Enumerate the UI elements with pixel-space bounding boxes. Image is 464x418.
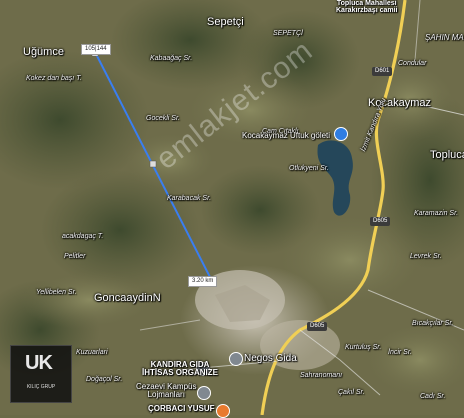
poi-cezaevi-line2: Lojmanları (147, 390, 185, 399)
street-kabaagac: Kabaağaç Sr. (150, 55, 193, 62)
place-sepetci: Sepetçi (207, 16, 244, 28)
street-otlukyeni: Otlukyeni Sr. (289, 165, 329, 172)
street-kurtulus: Kurtuluş Sr. (345, 344, 382, 351)
street-karamazin: Karamazin Sr. (414, 210, 459, 217)
street-kokez: Kokez dan başı T. (26, 75, 82, 82)
road-badge-d601: D601 (372, 67, 393, 76)
lake-pin-icon[interactable] (334, 127, 348, 141)
poi-camii-line2: Karakırzbaşı camii (336, 7, 398, 14)
road-badge-d605a: D605 (370, 217, 391, 226)
poi-corbaci[interactable]: ÇORBACI YUSUF (148, 405, 215, 413)
poi-camii-line1: Topluca Mahallesi (336, 0, 397, 7)
street-incir: İncir Sr. (388, 349, 412, 356)
street-bicakcilar: Bıcakçılar Sr. (412, 320, 454, 327)
poi-kandira[interactable]: KANDIRA GIDA İHTİSAS ORGANIZE (142, 361, 218, 377)
logo-mark: UK (25, 352, 53, 374)
place-ugumce: Uğümce (23, 46, 64, 58)
street-acakdagac: acakdagaç T. (62, 233, 104, 240)
company-logo: UK KILIÇ GRUP (10, 345, 72, 403)
poi-cezaevi[interactable]: Cezaevi Kampüs Lojmanları (136, 383, 196, 399)
street-kuzuarlari: Kuzuarlari (76, 349, 108, 356)
poi-kandira-line2: İHTİSAS ORGANIZE (142, 368, 219, 377)
street-levrek: Levrek Sr. (410, 253, 442, 260)
road-badge-d605b: D605 (307, 322, 328, 331)
cezaevi-pin-icon[interactable] (197, 386, 211, 400)
street-condular: Condular (398, 60, 427, 67)
poi-goleti[interactable]: Kocakaymaz Uftuk göleti (242, 132, 330, 140)
poi-negos[interactable]: Negos Gida (244, 354, 297, 364)
street-yellibelen: Yellibelen Sr. (36, 289, 77, 296)
street-cadi: Cadı Sr. (420, 393, 446, 400)
street-gocekli: Gocekli Sr. (146, 115, 180, 122)
negos-pin-icon[interactable] (229, 352, 243, 366)
place-sahin: ŞAHIN MA (425, 33, 464, 42)
poi-camii[interactable]: Topluca Mahallesi Karakırzbaşı camii (336, 0, 397, 14)
measure-start-label: 105|144 (81, 44, 111, 56)
measure-midpoint (149, 160, 157, 168)
street-dogaci: Doğaçol Sr. (86, 376, 123, 383)
measure-distance-label: 3.20 km (188, 276, 218, 288)
place-topluca: Topluca (430, 149, 464, 161)
street-karabacak: Karabacak Sr. (167, 195, 212, 202)
corbaci-pin-icon[interactable] (216, 404, 230, 418)
street-pelitler: Pelitler (64, 253, 86, 260)
place-goncaaydin: GoncaaydinN (94, 292, 161, 304)
street-sahranomani: Sahranomanı (300, 372, 343, 379)
street-cakil: Çakıl Sr. (338, 389, 365, 396)
logo-text: KILIÇ GRUP (26, 384, 56, 390)
